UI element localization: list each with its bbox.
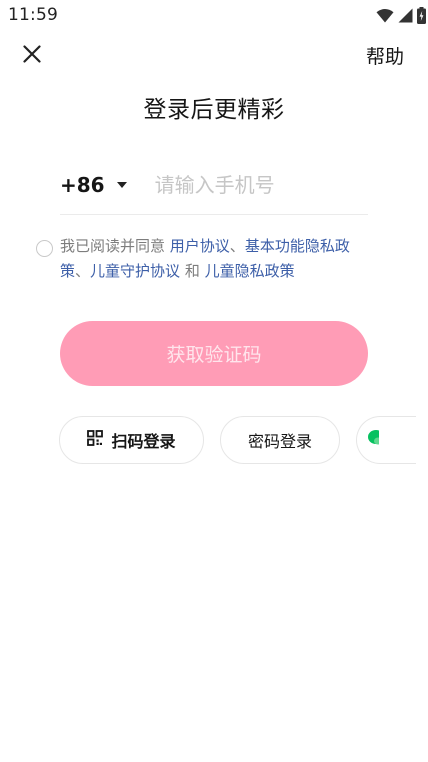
close-button[interactable]	[16, 40, 48, 72]
qr-login-label: 扫码登录	[111, 432, 176, 451]
wifi-icon	[376, 8, 394, 23]
battery-charging-icon	[417, 6, 426, 24]
wechat-icon	[367, 429, 384, 451]
password-login-label: 密码登录	[247, 432, 312, 451]
country-code-label: +86	[60, 173, 105, 197]
agreement-conjunction: 和	[180, 262, 205, 280]
caret-down-icon	[116, 182, 127, 188]
wechat-login-button[interactable]	[356, 416, 416, 464]
phone-number-input[interactable]	[154, 173, 365, 197]
password-login-button[interactable]: 密码登录	[220, 416, 340, 464]
cellular-signal-icon	[398, 8, 413, 23]
country-code-selector[interactable]: +86	[60, 173, 127, 197]
status-time: 11:59	[8, 5, 58, 25]
user-agreement-link[interactable]: 用户协议	[170, 237, 230, 255]
get-verification-code-button[interactable]: 获取验证码	[60, 321, 368, 386]
agreement-prefix: 我已阅读并同意	[60, 237, 170, 255]
child-privacy-policy-link[interactable]: 儿童隐私政策	[205, 262, 295, 280]
child-protection-agreement-link[interactable]: 儿童守护协议	[90, 262, 180, 280]
phone-input-row: +86	[60, 156, 368, 215]
status-icons	[376, 6, 426, 24]
agreement-checkbox[interactable]	[36, 240, 53, 257]
close-icon	[23, 45, 41, 67]
status-bar: 11:59	[0, 0, 428, 30]
help-link[interactable]: 帮助	[366, 42, 404, 69]
agreement-text: 我已阅读并同意 用户协议、基本功能隐私政策、儿童守护协议 和 儿童隐私政策	[60, 234, 376, 284]
qr-login-button[interactable]: 扫码登录	[59, 416, 204, 464]
page-title: 登录后更精彩	[143, 97, 285, 123]
qr-code-icon	[87, 430, 111, 450]
agreement-separator: 、	[229, 237, 245, 255]
agreement-separator: 、	[75, 262, 91, 280]
